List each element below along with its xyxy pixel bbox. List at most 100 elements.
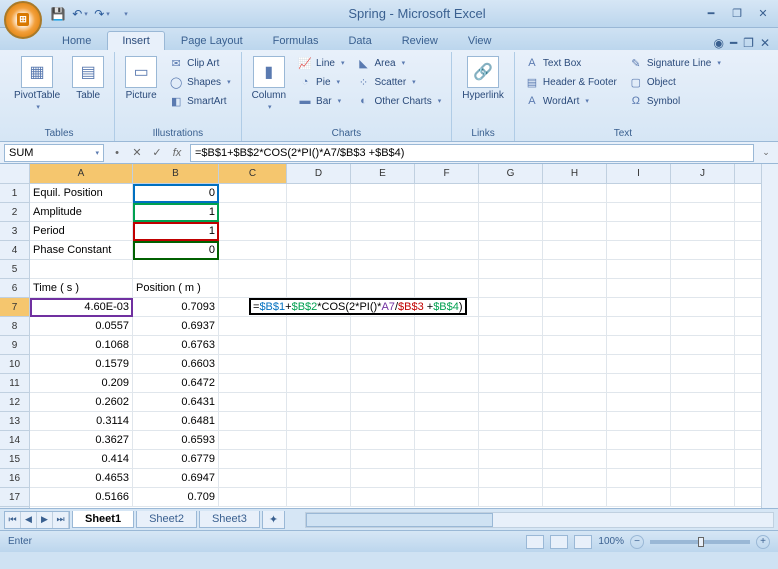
cell-E11[interactable] (351, 374, 415, 392)
cell-B16[interactable]: 0.6947 (133, 469, 219, 487)
col-header-G[interactable]: G (479, 164, 543, 183)
cell-E5[interactable] (351, 260, 415, 278)
cell-A15[interactable]: 0.414 (30, 450, 133, 468)
cell-F1[interactable] (415, 184, 479, 202)
cell-A16[interactable]: 0.4653 (30, 469, 133, 487)
name-box[interactable]: SUM▾ (4, 144, 104, 162)
new-sheet-button[interactable]: ✦ (262, 511, 285, 529)
undo-icon[interactable]: ↶▾ (72, 6, 88, 22)
expand-formula-bar-icon[interactable]: ⌄ (758, 144, 774, 162)
cell-H13[interactable] (543, 412, 607, 430)
cell-H15[interactable] (543, 450, 607, 468)
next-sheet-button[interactable]: ▶ (37, 512, 53, 528)
cell-G4[interactable] (479, 241, 543, 259)
row-header-15[interactable]: 15 (0, 450, 29, 469)
tab-data[interactable]: Data (334, 32, 385, 50)
tab-formulas[interactable]: Formulas (259, 32, 333, 50)
bar-chart-button[interactable]: ▬Bar▾ (294, 92, 348, 110)
cell-G10[interactable] (479, 355, 543, 373)
cell-E16[interactable] (351, 469, 415, 487)
cell-C1[interactable] (219, 184, 287, 202)
row-header-8[interactable]: 8 (0, 317, 29, 336)
cell-I4[interactable] (607, 241, 671, 259)
cell-A8[interactable]: 0.0557 (30, 317, 133, 335)
clipart-button[interactable]: ✉Clip Art (165, 54, 234, 72)
picture-button[interactable]: ▭Picture (121, 54, 161, 103)
cell-I14[interactable] (607, 431, 671, 449)
cell-J2[interactable] (671, 203, 735, 221)
cell-J14[interactable] (671, 431, 735, 449)
cell-G14[interactable] (479, 431, 543, 449)
row-header-1[interactable]: 1 (0, 184, 29, 203)
cell-J10[interactable] (671, 355, 735, 373)
page-break-view-button[interactable] (574, 535, 592, 549)
active-cell-c7[interactable]: =$B$1+$B$2*COS(2*PI()*A7/$B$3 +$B$4) (249, 298, 467, 315)
cells-grid[interactable]: Equil. Position0Amplitude1Period1Phase C… (30, 184, 761, 507)
normal-view-button[interactable] (526, 535, 544, 549)
cell-I5[interactable] (607, 260, 671, 278)
formula-functions-icon[interactable]: • (108, 144, 126, 162)
wordart-button[interactable]: AWordArt▾ (521, 92, 621, 110)
cell-G12[interactable] (479, 393, 543, 411)
smartart-button[interactable]: ◧SmartArt (165, 92, 234, 110)
cell-C15[interactable] (219, 450, 287, 468)
cell-F17[interactable] (415, 488, 479, 506)
table-button[interactable]: ▤Table (68, 54, 108, 103)
cell-J1[interactable] (671, 184, 735, 202)
cell-D15[interactable] (287, 450, 351, 468)
cell-E6[interactable] (351, 279, 415, 297)
cell-D9[interactable] (287, 336, 351, 354)
cell-F3[interactable] (415, 222, 479, 240)
cell-J6[interactable] (671, 279, 735, 297)
cell-D5[interactable] (287, 260, 351, 278)
cell-B14[interactable]: 0.6593 (133, 431, 219, 449)
redo-icon[interactable]: ↷▾ (94, 6, 110, 22)
col-header-C[interactable]: C (219, 164, 287, 183)
col-header-D[interactable]: D (287, 164, 351, 183)
cell-B12[interactable]: 0.6431 (133, 393, 219, 411)
help-icon[interactable]: ◉ (713, 36, 723, 50)
cell-I11[interactable] (607, 374, 671, 392)
cell-G15[interactable] (479, 450, 543, 468)
sigline-button[interactable]: ✎Signature Line▾ (625, 54, 725, 72)
cell-C8[interactable] (219, 317, 287, 335)
cell-C3[interactable] (219, 222, 287, 240)
fx-button[interactable]: fx (168, 144, 186, 162)
cell-H8[interactable] (543, 317, 607, 335)
cell-H5[interactable] (543, 260, 607, 278)
cell-D13[interactable] (287, 412, 351, 430)
cell-F11[interactable] (415, 374, 479, 392)
pie-chart-button[interactable]: ◔Pie▾ (294, 73, 348, 91)
row-header-10[interactable]: 10 (0, 355, 29, 374)
cell-C17[interactable] (219, 488, 287, 506)
cell-G3[interactable] (479, 222, 543, 240)
cell-E3[interactable] (351, 222, 415, 240)
symbol-button[interactable]: ΩSymbol (625, 92, 725, 110)
cell-C11[interactable] (219, 374, 287, 392)
cell-F5[interactable] (415, 260, 479, 278)
cell-C13[interactable] (219, 412, 287, 430)
sheet-tab-3[interactable]: Sheet3 (199, 511, 260, 528)
cell-H1[interactable] (543, 184, 607, 202)
cell-G1[interactable] (479, 184, 543, 202)
row-header-7[interactable]: 7 (0, 298, 29, 317)
cell-I12[interactable] (607, 393, 671, 411)
cell-D16[interactable] (287, 469, 351, 487)
row-header-9[interactable]: 9 (0, 336, 29, 355)
cell-H11[interactable] (543, 374, 607, 392)
cell-F16[interactable] (415, 469, 479, 487)
col-header-E[interactable]: E (351, 164, 415, 183)
cell-E10[interactable] (351, 355, 415, 373)
cell-I1[interactable] (607, 184, 671, 202)
cell-A1[interactable]: Equil. Position (30, 184, 133, 202)
cell-G5[interactable] (479, 260, 543, 278)
col-header-F[interactable]: F (415, 164, 479, 183)
cell-I2[interactable] (607, 203, 671, 221)
cell-I9[interactable] (607, 336, 671, 354)
cell-H2[interactable] (543, 203, 607, 221)
cell-I16[interactable] (607, 469, 671, 487)
cell-F4[interactable] (415, 241, 479, 259)
row-header-2[interactable]: 2 (0, 203, 29, 222)
scatter-chart-button[interactable]: ⁘Scatter▾ (352, 73, 445, 91)
cell-C10[interactable] (219, 355, 287, 373)
